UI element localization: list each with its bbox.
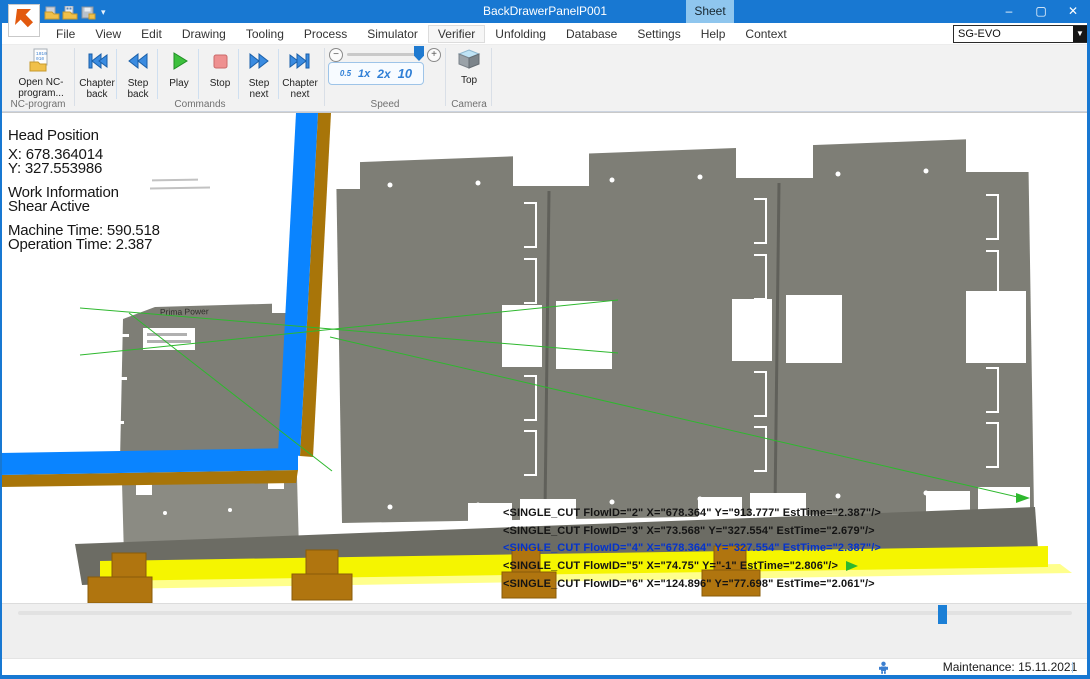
timeline-handle[interactable] xyxy=(938,605,947,624)
status-bar: Maintenance: 15.11.2021 xyxy=(0,658,1090,675)
group-label-nc-program: NC-program xyxy=(0,99,76,110)
speed-presets: 0.5 1x 2x 10 xyxy=(328,62,424,85)
nc-code-line[interactable]: <SINGLE_CUT FlowID="6" X="124.896" Y="77… xyxy=(503,578,875,590)
timeline-track[interactable] xyxy=(18,611,1072,615)
group-separator xyxy=(324,48,325,106)
sheet-main xyxy=(336,137,1034,523)
operation-time: Operation Time: 2.387 xyxy=(8,236,152,253)
context-tab-sheet[interactable]: Sheet xyxy=(686,0,734,23)
speed-plus-button[interactable]: + xyxy=(427,48,441,62)
step-next-button[interactable]: Step next xyxy=(239,48,279,100)
group-label-commands: Commands xyxy=(76,99,324,110)
nc-code-line[interactable]: <SINGLE_CUT FlowID="3" X="73.568" Y="327… xyxy=(503,525,875,537)
open-nc-program-label: Open NC-program... xyxy=(10,77,72,99)
play-icon xyxy=(159,50,199,77)
speed-slider-track[interactable] xyxy=(347,53,419,56)
cut-part-upper: Prima Power xyxy=(117,299,298,461)
minimize-button[interactable]: – xyxy=(993,0,1025,23)
speed-preset-0.5-button[interactable]: 0.5 xyxy=(340,69,351,78)
speed-minus-button[interactable]: − xyxy=(329,48,343,62)
button-separator xyxy=(157,49,158,99)
nc-file-folder-icon: 1010010 xyxy=(29,59,53,76)
nc-code-line-current[interactable]: <SINGLE_CUT FlowID="4" X="678.364" Y="32… xyxy=(503,542,881,554)
chapter-back-label: Chapter back xyxy=(77,78,117,100)
machine-selector-value: SG-EVO xyxy=(954,26,1073,42)
speed-preset-10-button[interactable]: 10 xyxy=(398,66,412,81)
top-view-cube-icon xyxy=(457,57,481,74)
stop-icon xyxy=(200,50,240,77)
ribbon: 1010010 Open NC-program... NC-program Ch… xyxy=(0,45,1090,112)
group-separator xyxy=(445,48,446,106)
maintenance-status: Maintenance: 15.11.2021 xyxy=(925,659,1090,676)
chapter-back-icon xyxy=(77,50,117,77)
step-next-label: Step next xyxy=(239,78,279,100)
work-information-status: Shear Active xyxy=(8,198,90,215)
chapter-back-button[interactable]: Chapter back xyxy=(77,48,117,100)
step-next-icon xyxy=(239,50,279,77)
status-separator xyxy=(1072,662,1073,673)
chapter-next-button[interactable]: Chapter next xyxy=(280,48,320,100)
button-separator xyxy=(116,49,117,99)
chapter-next-icon xyxy=(280,50,320,77)
menu-tab-drawing[interactable]: Drawing xyxy=(172,25,236,43)
button-separator xyxy=(198,49,199,99)
step-back-label: Step back xyxy=(118,78,158,100)
open-nc-program-button[interactable]: 1010010 Open NC-program... xyxy=(10,48,72,100)
step-back-button[interactable]: Step back xyxy=(118,48,158,100)
maximize-button[interactable]: ▢ xyxy=(1025,0,1057,23)
play-label: Play xyxy=(159,78,199,89)
title-bar: BackDrawerPanelP001 xyxy=(0,0,1090,23)
menu-tab-settings[interactable]: Settings xyxy=(627,25,690,43)
play-button[interactable]: Play xyxy=(159,48,199,100)
speed-slider-handle[interactable] xyxy=(414,46,424,61)
group-label-speed: Speed xyxy=(326,99,444,110)
group-separator xyxy=(74,48,75,106)
menu-tab-database[interactable]: Database xyxy=(556,25,627,43)
menu-tab-edit[interactable]: Edit xyxy=(131,25,172,43)
app-logo[interactable] xyxy=(8,4,40,37)
verifier-viewport[interactable]: Prima Power xyxy=(0,112,1090,603)
speed-preset-2x-button[interactable]: 2x xyxy=(377,67,390,81)
menu-tab-help[interactable]: Help xyxy=(691,25,736,43)
menu-tab-unfolding[interactable]: Unfolding xyxy=(485,25,556,43)
nc-code-line-highlighted[interactable]: <SINGLE_CUT FlowID="5" X="74.75" Y="-1" … xyxy=(503,560,838,572)
camera-top-button[interactable]: Top xyxy=(450,48,488,98)
dropdown-arrow-icon[interactable]: ▼ xyxy=(1073,26,1087,42)
menu-tab-view[interactable]: View xyxy=(85,25,131,43)
window-border-left xyxy=(0,23,2,679)
stop-label: Stop xyxy=(200,78,240,89)
stop-button[interactable]: Stop xyxy=(200,48,240,100)
head-position-title: Head Position xyxy=(8,127,99,144)
window-border-bottom xyxy=(0,675,1090,679)
menu-tab-context[interactable]: Context xyxy=(735,25,796,43)
menu-tab-simulator[interactable]: Simulator xyxy=(357,25,428,43)
step-back-icon xyxy=(118,50,158,77)
open-file-icon[interactable] xyxy=(44,6,60,20)
button-separator xyxy=(278,49,279,99)
machine-selector-dropdown[interactable]: SG-EVO ▼ xyxy=(953,25,1088,43)
head-position-y: Y: 327.553986 xyxy=(8,160,102,177)
import-nc-icon[interactable] xyxy=(62,6,78,20)
camera-top-label: Top xyxy=(450,75,488,86)
part-info-sticker xyxy=(143,328,195,350)
menu-tab-process[interactable]: Process xyxy=(294,25,357,43)
svg-text:010: 010 xyxy=(36,56,44,62)
menu-tab-verifier[interactable]: Verifier xyxy=(428,25,485,43)
timeline-panel xyxy=(0,603,1090,658)
close-button[interactable]: ✕ xyxy=(1057,0,1089,23)
app-logo-arrow-icon xyxy=(12,6,36,35)
save-icon[interactable] xyxy=(80,6,96,20)
group-separator xyxy=(491,48,492,106)
speed-preset-1x-button[interactable]: 1x xyxy=(358,68,370,80)
chapter-next-label: Chapter next xyxy=(280,78,320,100)
group-label-camera: Camera xyxy=(447,99,491,110)
nc-code-line[interactable]: <SINGLE_CUT FlowID="2" X="678.364" Y="91… xyxy=(503,507,881,519)
menu-tab-tooling[interactable]: Tooling xyxy=(236,25,294,43)
menu-bar: File View Edit Drawing Tooling Process S… xyxy=(0,23,1090,45)
customize-toolbar-chevron-icon[interactable]: ▾ xyxy=(101,7,106,17)
window-title: BackDrawerPanelP001 xyxy=(0,0,1090,23)
menu-tab-file[interactable]: File xyxy=(46,25,85,43)
